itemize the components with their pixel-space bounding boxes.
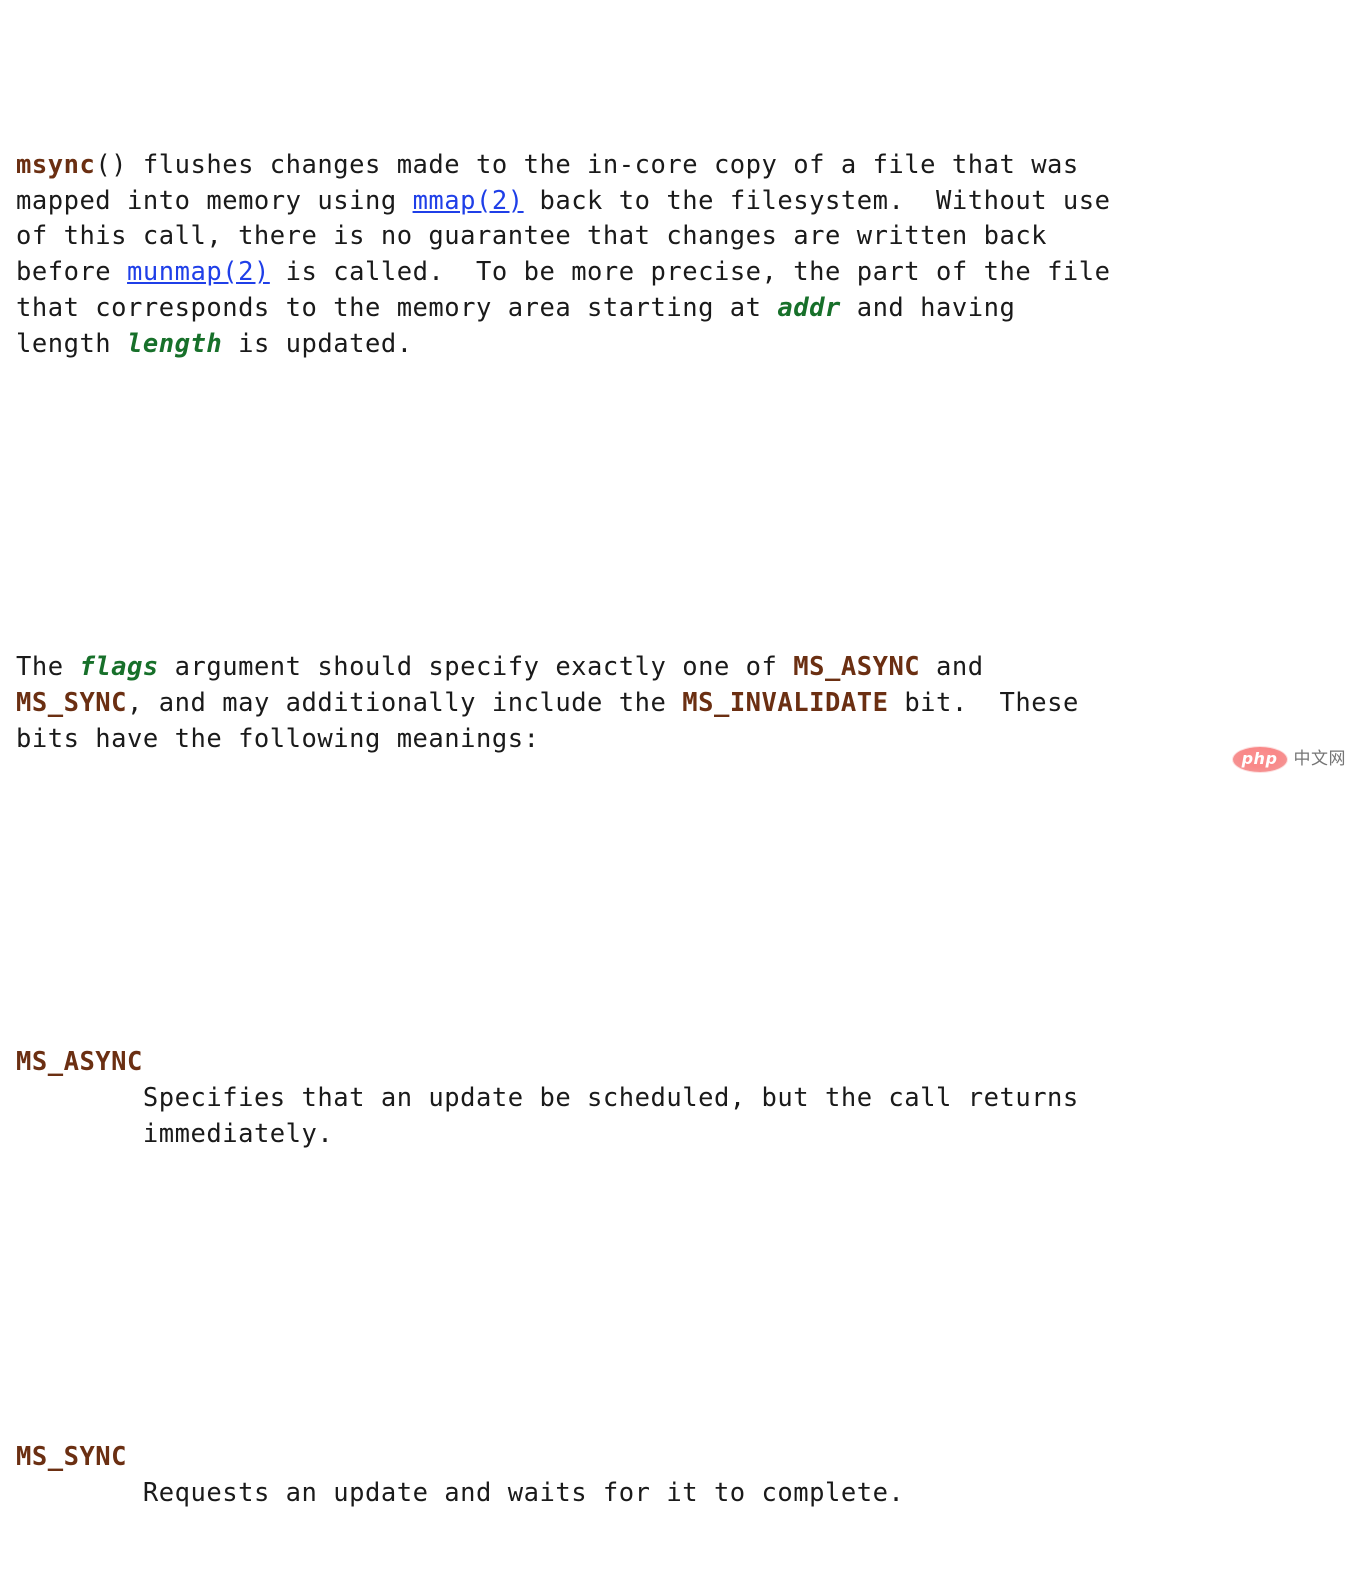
argument-flags: flags <box>79 652 159 683</box>
watermark-site-name: 中文网 <box>1293 749 1346 769</box>
paragraph2-segment-4: , and may additionally include the <box>127 688 683 719</box>
argument-length: length <box>127 329 223 360</box>
argument-addr: addr <box>777 293 841 324</box>
constant-ms-sync-inline: MS_SYNC <box>16 688 128 719</box>
paragraph2-segment-2: argument should specify exactly one of <box>158 652 794 683</box>
paragraph-spacer-1 <box>16 471 1358 507</box>
function-name-msync: msync <box>16 149 96 180</box>
paragraph2-segment-1: The <box>16 652 80 683</box>
php-logo-icon: php <box>1232 747 1287 772</box>
paragraph1-segment-5: is updated. <box>222 329 413 360</box>
manpage-text-body: msync() flushes changes made to the in-c… <box>16 4 1358 1572</box>
definition-spacer-1 <box>16 1261 1358 1297</box>
link-mmap-2[interactable]: mmap(2) <box>413 186 524 216</box>
site-watermark: php 中文网 <box>1232 747 1347 772</box>
definition-ms-sync: MS_SYNC Requests an update and waits for … <box>16 1440 1358 1512</box>
constant-ms-async-inline: MS_ASYNC <box>793 652 921 683</box>
definition-ms-async: MS_ASYNC Specifies that an update be sche… <box>16 1045 1358 1153</box>
manpage-container: msync() flushes changes made to the in-c… <box>0 0 1358 1508</box>
definition-term-ms-sync: MS_SYNC <box>16 1442 128 1473</box>
definition-term-ms-async: MS_ASYNC <box>16 1047 143 1078</box>
paragraph-description: msync() flushes changes made to the in-c… <box>16 148 1358 363</box>
paragraph2-segment-3: and <box>936 652 984 683</box>
constant-ms-invalidate-inline: MS_INVALIDATE <box>682 688 889 719</box>
link-munmap-2[interactable]: munmap(2) <box>127 257 270 287</box>
definition-body-ms-async: Specifies that an update be scheduled, b… <box>142 1083 1079 1150</box>
php-logo-text: php <box>1241 749 1278 768</box>
definition-body-ms-sync: Requests an update and waits for it to c… <box>142 1478 905 1509</box>
paragraph-spacer-2 <box>16 866 1358 902</box>
paragraph-flags: The flags argument should specify exactl… <box>16 650 1358 758</box>
